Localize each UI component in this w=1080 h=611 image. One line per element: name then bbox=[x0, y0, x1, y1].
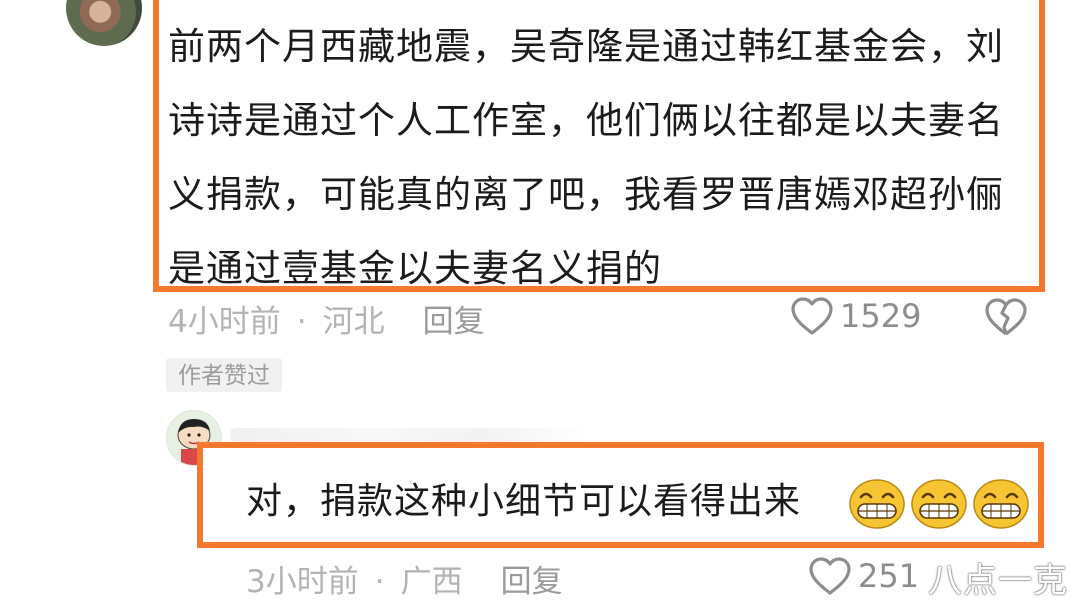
commenter-avatar[interactable] bbox=[66, 0, 142, 46]
watermark: 八点一克 bbox=[928, 561, 1068, 601]
heart-icon bbox=[791, 297, 833, 335]
reply-button[interactable]: 回复 bbox=[501, 564, 563, 600]
comment-time: 4小时前 bbox=[168, 304, 281, 340]
reply-time: 3小时前 bbox=[246, 564, 359, 600]
emoji-group bbox=[848, 478, 1030, 530]
comment-meta: 4小时前 · 河北 回复 bbox=[168, 296, 485, 341]
author-liked-tag: 作者赞过 bbox=[166, 358, 282, 392]
reply-meta: 3小时前 · 广西 回复 bbox=[246, 556, 563, 601]
grin-emoji-icon bbox=[849, 479, 905, 529]
comment-location: 河北 bbox=[322, 304, 385, 340]
meta-separator: · bbox=[374, 564, 385, 600]
reply-location: 广西 bbox=[400, 564, 463, 600]
grin-emoji-icon bbox=[973, 479, 1029, 529]
comment-text: 前两个月西藏地震，吴奇隆是通过韩红基金会，刘诗诗是通过个人工作室，他们俩以往都是… bbox=[168, 25, 1004, 290]
meta-separator: · bbox=[296, 304, 307, 340]
broken-heart-icon bbox=[985, 298, 1027, 336]
like-button[interactable]: 1529 bbox=[790, 296, 921, 336]
heart-icon bbox=[809, 557, 851, 595]
dislike-button[interactable] bbox=[984, 297, 1028, 341]
like-count: 1529 bbox=[840, 297, 922, 335]
replier-name-obscured bbox=[230, 428, 590, 442]
reply-like-count: 251 bbox=[858, 557, 920, 595]
reply-button[interactable]: 回复 bbox=[423, 304, 485, 340]
reply-like-button[interactable]: 251 bbox=[808, 556, 919, 596]
reply-text: 对，捐款这种小细节可以看得出来 bbox=[246, 481, 802, 522]
grin-emoji-icon bbox=[911, 479, 967, 529]
